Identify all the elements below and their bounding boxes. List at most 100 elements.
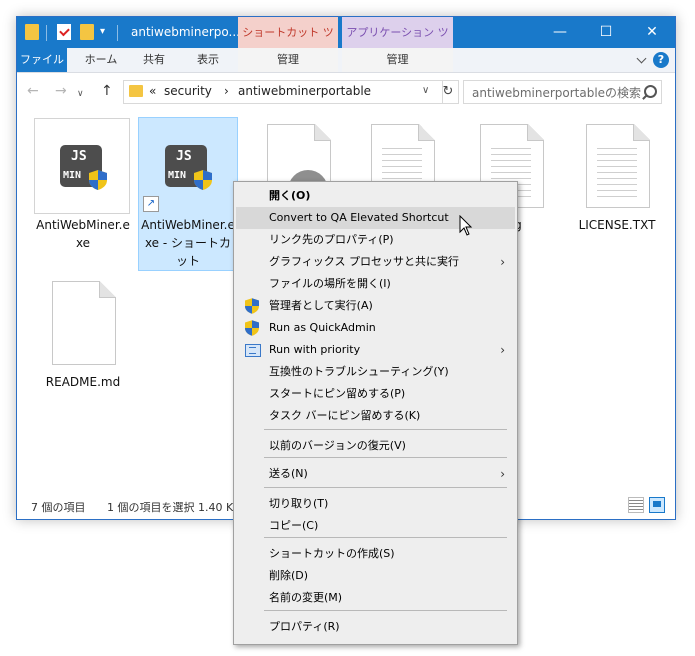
menu-item-restore-previous-versions[interactable]: 以前のバージョンの復元(V): [236, 435, 515, 457]
file-item-antiwebminer-exe[interactable]: JS MIN AntiWebMiner.e xe: [34, 118, 132, 258]
menu-separator: [264, 457, 507, 458]
file-item-antiwebminer-shortcut[interactable]: JS MIN ↗ AntiWebMiner.e xe - ショートカ ット: [138, 117, 238, 271]
menu-item-label: Convert to QA Elevated Shortcut: [269, 211, 449, 224]
menu-item-label: リンク先のプロパティ(P): [269, 233, 394, 246]
document-icon: [52, 281, 116, 365]
menu-item-label: 開く(O): [269, 189, 311, 202]
new-folder-icon[interactable]: [80, 24, 94, 40]
menu-item-delete[interactable]: 削除(D): [236, 565, 515, 587]
properties-icon[interactable]: [57, 24, 71, 40]
menu-item-label: 管理者として実行(A): [269, 299, 373, 312]
menu-item-convert-to-qa-elevated-shortcut[interactable]: Convert to QA Elevated Shortcut: [236, 207, 515, 229]
menu-separator: [264, 487, 507, 488]
context-menu: 開く(O) Convert to QA Elevated Shortcut リンク先…: [233, 181, 518, 645]
menu-item-label: グラフィックス プロセッサと共に実行: [269, 255, 459, 268]
tab-file[interactable]: ファイル: [17, 48, 67, 72]
priority-icon: [245, 344, 261, 357]
submenu-arrow-icon: ›: [500, 467, 505, 481]
close-button[interactable]: ✕: [629, 17, 675, 48]
customize-qat-icon[interactable]: ▾: [100, 26, 105, 37]
menu-item-run-as-quickadmin[interactable]: Run as QuickAdmin: [236, 317, 515, 339]
menu-item-label: タスク バーにピン留めする(K): [269, 409, 421, 422]
file-name: AntiWebMiner.e xe - ショートカ ット: [141, 218, 235, 268]
menu-item-create-shortcut[interactable]: ショートカットの作成(S): [236, 543, 515, 565]
menu-item-run-with-priority[interactable]: Run with priority ›: [236, 339, 515, 361]
menu-item-label: Run with priority: [269, 343, 361, 356]
menu-item-label: コピー(C): [269, 519, 319, 532]
menu-item-label: ショートカットの作成(S): [269, 547, 395, 560]
breadcrumb-security[interactable]: security: [164, 84, 212, 98]
menu-item-open-file-location[interactable]: ファイルの場所を開く(I): [236, 273, 515, 295]
navigation-bar: ← → ∨ ↑ « security › antiwebminerportabl…: [17, 73, 675, 111]
document-icon: [586, 124, 650, 208]
file-item-readme-md[interactable]: README.md: [34, 279, 132, 399]
folder-icon: [129, 85, 143, 97]
large-icons-view-icon[interactable]: [649, 497, 665, 513]
tab-home[interactable]: ホーム: [77, 48, 125, 72]
menu-item-copy[interactable]: コピー(C): [236, 515, 515, 537]
menu-item-open[interactable]: 開く(O): [236, 185, 515, 207]
help-icon[interactable]: ?: [653, 52, 669, 68]
tab-share[interactable]: 共有: [129, 48, 179, 72]
file-item-license-txt[interactable]: LICENSE.TXT: [568, 118, 666, 238]
file-name: LICENSE.TXT: [578, 218, 656, 232]
refresh-button[interactable]: ↻: [438, 80, 459, 104]
menu-item-cut[interactable]: 切り取り(T): [236, 493, 515, 515]
toolbar-separator: [46, 25, 47, 41]
search-icon[interactable]: [644, 85, 657, 98]
menu-item-rename[interactable]: 名前の変更(M): [236, 587, 515, 609]
menu-item-run-as-administrator[interactable]: 管理者として実行(A): [236, 295, 515, 317]
search-box[interactable]: antiwebminerportableの検索: [463, 80, 662, 104]
menu-item-properties[interactable]: プロパティ(R): [236, 616, 515, 638]
uac-shield-icon: [89, 170, 107, 190]
maximize-button[interactable]: ☐: [583, 17, 629, 48]
menu-item-label: スタートにピン留めする(P): [269, 387, 406, 400]
menu-item-troubleshoot-compatibility[interactable]: 互換性のトラブルシューティング(Y): [236, 361, 515, 383]
ribbon-expand-icon[interactable]: [636, 53, 647, 64]
menu-item-label: 削除(D): [269, 569, 309, 582]
menu-item-label: 以前のバージョンの復元(V): [269, 439, 406, 452]
ribbon: ファイル ホーム 共有 表示 管理 管理 ?: [17, 48, 675, 73]
file-name: AntiWebMiner.e xe: [36, 218, 130, 250]
back-button[interactable]: ←: [27, 84, 41, 98]
shortcut-tools-tab: ショートカット ツール: [238, 17, 338, 70]
file-name: README.md: [45, 375, 121, 389]
details-view-icon[interactable]: [628, 497, 644, 513]
tab-view[interactable]: 表示: [183, 48, 233, 72]
menu-item-label: プロパティ(R): [269, 620, 340, 633]
menu-item-send-to[interactable]: 送る(N) ›: [236, 463, 515, 485]
tab-manage-app[interactable]: 管理: [342, 48, 453, 72]
breadcrumb-overflow[interactable]: «: [149, 84, 156, 98]
minimize-button[interactable]: —: [537, 17, 583, 48]
address-dropdown-icon[interactable]: ∨: [422, 85, 429, 96]
forward-button[interactable]: →: [55, 84, 69, 98]
folder-icon: [25, 24, 39, 40]
menu-item-pin-to-taskbar[interactable]: タスク バーにピン留めする(K): [236, 405, 515, 427]
menu-item-label: 互換性のトラブルシューティング(Y): [269, 365, 449, 378]
selection-info: 1 個の項目を選択 1.40 KB: [107, 501, 241, 514]
menu-item-label: 送る(N): [269, 467, 308, 480]
menu-item-label: ファイルの場所を開く(I): [269, 277, 391, 290]
menu-separator: [264, 610, 507, 611]
menu-item-label: 切り取り(T): [269, 497, 329, 510]
menu-separator: [264, 429, 507, 430]
uac-shield-icon: [194, 170, 212, 190]
recent-locations-button[interactable]: ∨: [77, 87, 91, 101]
menu-item-link-properties[interactable]: リンク先のプロパティ(P): [236, 229, 515, 251]
app-tools-tab: アプリケーション ツール: [342, 17, 453, 70]
address-bar[interactable]: « security › antiwebminerportable ∨: [123, 80, 443, 104]
title-bar: ▾ antiwebminerpo... ショートカット ツール アプリケーション…: [17, 17, 675, 70]
mouse-cursor-icon: [459, 215, 473, 236]
menu-item-pin-to-start[interactable]: スタートにピン留めする(P): [236, 383, 515, 405]
breadcrumb-separator[interactable]: ›: [224, 84, 229, 98]
tab-manage-shortcut[interactable]: 管理: [238, 48, 338, 72]
search-placeholder: antiwebminerportableの検索: [472, 86, 642, 100]
submenu-arrow-icon: ›: [500, 343, 505, 357]
menu-item-label: Run as QuickAdmin: [269, 321, 376, 334]
menu-item-label: 名前の変更(M): [269, 591, 343, 604]
breadcrumb-antiwebminerportable[interactable]: antiwebminerportable: [238, 84, 371, 98]
menu-item-run-with-graphics-processor[interactable]: グラフィックス プロセッサと共に実行 ›: [236, 251, 515, 273]
shortcut-arrow-icon: ↗: [143, 196, 159, 212]
submenu-arrow-icon: ›: [500, 255, 505, 269]
up-button[interactable]: ↑: [101, 84, 115, 98]
